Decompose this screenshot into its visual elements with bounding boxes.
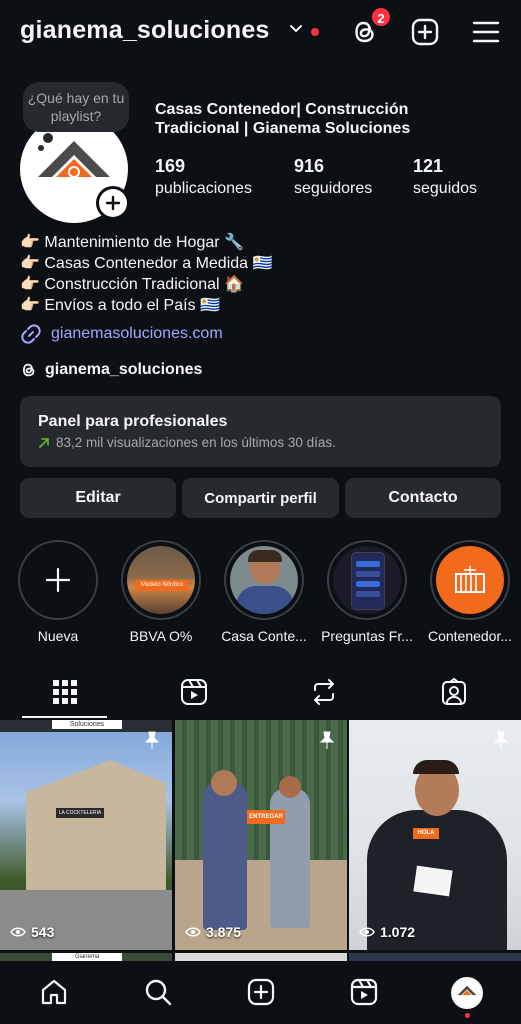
trend-up-icon — [39, 437, 49, 448]
highlight-label: Preguntas Fr... — [321, 628, 413, 644]
profile-tab-avatar[interactable] — [451, 977, 483, 1009]
stat-value: 916 — [294, 156, 325, 176]
chevron-down-icon[interactable] — [289, 24, 303, 34]
stat-followers[interactable]: 916 seguidores — [294, 156, 372, 198]
stat-value: 169 — [155, 156, 186, 176]
panel-subtitle: 83,2 mil visualizaciones en los últimos … — [38, 435, 483, 450]
posts-grid: Soluciones LA COCKTELERIA 543 ENTREGAR 3… — [0, 720, 521, 955]
bio: 👉🏻 Mantenimiento de Hogar 🔧 👉🏻 Casas Con… — [20, 232, 272, 316]
stat-posts[interactable]: 169 publicaciones — [155, 156, 252, 198]
notification-badge: 2 — [370, 6, 392, 28]
stat-value: 121 — [413, 156, 444, 176]
website-link[interactable]: gianemasoluciones.com — [20, 323, 223, 345]
post-thumbnail[interactable]: ENTREGAR 3.875 — [175, 720, 347, 950]
post-overlay-text: Gianema — [52, 953, 122, 961]
plus-icon — [105, 195, 121, 211]
stat-label: seguidos — [413, 180, 478, 197]
home-icon[interactable] — [39, 977, 69, 1007]
post-overlay-text: Soluciones — [52, 720, 122, 729]
post-sign-text: LA COCKTELERIA — [56, 808, 104, 818]
tagged-tab-icon[interactable] — [439, 677, 469, 707]
menu-icon[interactable] — [471, 17, 501, 47]
pinned-icon — [319, 731, 335, 749]
bio-line: 👉🏻 Casas Contenedor a Medida 🇺🇾 — [20, 255, 273, 272]
highlight-sign: Modelo Nórdico — [135, 580, 189, 591]
highlight-item[interactable]: Preguntas Fr... — [321, 540, 413, 644]
highlight-item[interactable]: Contenedor... — [428, 540, 512, 644]
note-tail — [38, 145, 44, 151]
highlight-label: Casa Conte... — [221, 628, 307, 644]
unread-dot — [311, 28, 319, 36]
reels-tab-icon[interactable] — [179, 677, 209, 707]
gianema-logo — [457, 985, 477, 996]
activity-dot — [465, 1013, 470, 1018]
posts-grid-next-row: Gianema — [0, 953, 521, 961]
reels-icon[interactable] — [349, 977, 379, 1007]
create-icon[interactable] — [246, 977, 276, 1007]
panel-title: Panel para profesionales — [38, 413, 228, 430]
eye-icon — [359, 927, 375, 937]
note-tail — [43, 133, 53, 143]
pinned-icon — [144, 731, 160, 749]
highlight-new[interactable]: Nueva — [18, 540, 98, 644]
highlight-cover — [436, 546, 504, 614]
bio-line: 👉🏻 Mantenimiento de Hogar 🔧 — [20, 234, 244, 251]
stat-label: publicaciones — [155, 180, 252, 197]
view-count: 543 — [10, 924, 54, 940]
add-story-button[interactable] — [96, 186, 130, 220]
bio-line: 👉🏻 Construcción Tradicional 🏠 — [20, 276, 244, 293]
grid-tab-icon[interactable] — [50, 677, 80, 707]
link-icon — [21, 324, 41, 344]
highlight-label: Contenedor... — [427, 628, 513, 644]
highlight-cover: Modelo Nórdico — [127, 546, 195, 614]
bottom-navigation — [0, 961, 521, 1024]
account-switcher[interactable]: gianema_soluciones — [20, 16, 270, 45]
profile-full-name: Casas Contenedor| Construcción Tradicion… — [155, 101, 411, 137]
profile-note[interactable]: ¿Qué hay en tu playlist? — [23, 82, 129, 132]
panel-subtitle-text: 83,2 mil visualizaciones en los últimos … — [56, 435, 336, 450]
bio-line: 👉🏻 Envíos a todo el País 🇺🇾 — [20, 297, 220, 314]
view-count-value: 1.072 — [380, 924, 416, 940]
active-tab-indicator — [22, 716, 107, 718]
contact-button[interactable]: Contacto — [345, 478, 501, 518]
post-thumbnail[interactable]: HOLA 1.072 — [349, 720, 521, 950]
highlight-label: Nueva — [37, 628, 79, 644]
share-profile-button[interactable]: Compartir perfil — [182, 478, 339, 518]
post-sign-text: ENTREGAR — [247, 810, 285, 824]
threads-icon — [22, 363, 35, 377]
highlight-label: BBVA O% — [129, 628, 193, 644]
top-bar: gianema_soluciones 2 — [0, 0, 521, 66]
view-count: 1.072 — [359, 924, 415, 940]
view-count-value: 3.875 — [206, 924, 242, 940]
highlight-item[interactable]: Casa Conte... — [221, 540, 307, 644]
plus-icon — [45, 567, 71, 593]
container-icon — [455, 566, 485, 593]
view-count: 3.875 — [185, 924, 241, 940]
edit-profile-button[interactable]: Editar — [20, 478, 176, 518]
professional-dashboard[interactable]: Panel para profesionales 83,2 mil visual… — [20, 396, 501, 467]
view-count-value: 543 — [31, 924, 55, 940]
create-icon[interactable] — [410, 17, 440, 47]
highlight-cover — [333, 546, 401, 614]
highlight-cover — [230, 546, 298, 614]
post-sign-text: HOLA — [413, 828, 439, 839]
stat-following[interactable]: 121 seguidos — [413, 156, 477, 198]
post-thumbnail[interactable]: Soluciones LA COCKTELERIA 543 — [0, 720, 172, 950]
search-icon[interactable] — [143, 977, 173, 1007]
website-link-text: gianemasoluciones.com — [51, 325, 223, 342]
eye-icon — [185, 927, 201, 937]
threads-handle: gianema_soluciones — [45, 361, 203, 378]
eye-icon — [10, 927, 26, 937]
highlight-item[interactable]: Modelo Nórdico BBVA O% — [121, 540, 201, 644]
threads-profile-link[interactable]: gianema_soluciones — [20, 361, 202, 379]
reposts-tab-icon[interactable] — [309, 677, 339, 707]
pinned-icon — [493, 731, 509, 749]
stat-label: seguidores — [294, 180, 373, 197]
